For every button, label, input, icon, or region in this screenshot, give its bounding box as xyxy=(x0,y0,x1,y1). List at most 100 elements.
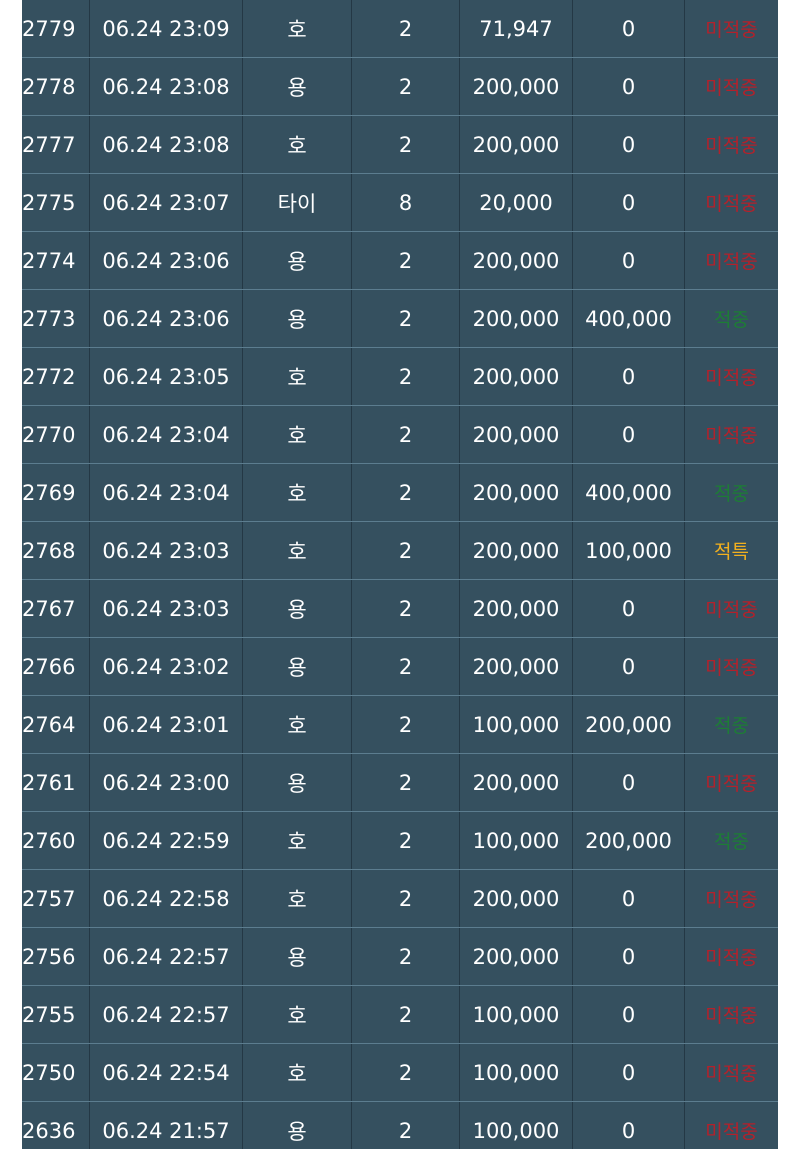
payout-cell: 0 xyxy=(573,1102,685,1149)
datetime-cell: 06.24 22:57 xyxy=(90,928,243,985)
multiplier-cell: 2 xyxy=(352,1102,460,1149)
round-id-cell: 2779 xyxy=(22,0,90,57)
round-id-cell: 2770 xyxy=(22,406,90,463)
payout-cell: 0 xyxy=(573,580,685,637)
bet-amount-cell: 200,000 xyxy=(460,464,573,521)
multiplier-cell: 2 xyxy=(352,290,460,347)
payout-cell: 0 xyxy=(573,348,685,405)
result-cell: 미적중 xyxy=(705,947,758,969)
result-cell: 미적중 xyxy=(705,135,758,157)
bet-amount-cell: 200,000 xyxy=(460,522,573,579)
payout-cell: 0 xyxy=(573,406,685,463)
round-id-cell: 2769 xyxy=(22,464,90,521)
datetime-cell: 06.24 23:07 xyxy=(90,174,243,231)
table-row: 2750 06.24 22:54 호 2 100,000 0 미적중 xyxy=(22,1044,778,1102)
pick-cell: 타이 xyxy=(243,174,352,231)
pick-cell: 용 xyxy=(243,754,352,811)
bet-amount-cell: 100,000 xyxy=(460,1044,573,1101)
table-row: 2770 06.24 23:04 호 2 200,000 0 미적중 xyxy=(22,406,778,464)
table-row: 2764 06.24 23:01 호 2 100,000 200,000 적중 xyxy=(22,696,778,754)
result-cell: 미적중 xyxy=(705,599,758,621)
datetime-cell: 06.24 23:08 xyxy=(90,58,243,115)
multiplier-cell: 2 xyxy=(352,870,460,927)
result-cell: 미적중 xyxy=(705,1005,758,1027)
multiplier-cell: 2 xyxy=(352,232,460,289)
table-row: 2773 06.24 23:06 용 2 200,000 400,000 적중 xyxy=(22,290,778,348)
result-cell: 적중 xyxy=(714,715,749,737)
round-id-cell: 2778 xyxy=(22,58,90,115)
bet-amount-cell: 100,000 xyxy=(460,986,573,1043)
payout-cell: 0 xyxy=(573,116,685,173)
table-row: 2756 06.24 22:57 용 2 200,000 0 미적중 xyxy=(22,928,778,986)
result-cell: 적중 xyxy=(714,483,749,505)
pick-cell: 용 xyxy=(243,928,352,985)
payout-cell: 400,000 xyxy=(573,290,685,347)
bet-amount-cell: 71,947 xyxy=(460,0,573,57)
round-id-cell: 2767 xyxy=(22,580,90,637)
pick-cell: 용 xyxy=(243,1102,352,1149)
multiplier-cell: 2 xyxy=(352,58,460,115)
pick-cell: 호 xyxy=(243,0,352,57)
table-row: 2772 06.24 23:05 호 2 200,000 0 미적중 xyxy=(22,348,778,406)
table-row: 2775 06.24 23:07 타이 8 20,000 0 미적중 xyxy=(22,174,778,232)
result-cell: 미적중 xyxy=(705,19,758,41)
table-row: 2760 06.24 22:59 호 2 100,000 200,000 적중 xyxy=(22,812,778,870)
bet-amount-cell: 200,000 xyxy=(460,58,573,115)
payout-cell: 0 xyxy=(573,754,685,811)
datetime-cell: 06.24 23:06 xyxy=(90,232,243,289)
table-row: 2757 06.24 22:58 호 2 200,000 0 미적중 xyxy=(22,870,778,928)
bet-amount-cell: 200,000 xyxy=(460,406,573,463)
round-id-cell: 2772 xyxy=(22,348,90,405)
multiplier-cell: 2 xyxy=(352,0,460,57)
bet-amount-cell: 200,000 xyxy=(460,580,573,637)
result-cell: 미적중 xyxy=(705,193,758,215)
bet-amount-cell: 200,000 xyxy=(460,870,573,927)
table-row: 2768 06.24 23:03 호 2 200,000 100,000 적특 xyxy=(22,522,778,580)
result-cell: 적중 xyxy=(714,831,749,853)
result-cell: 미적중 xyxy=(705,251,758,273)
result-cell: 적중 xyxy=(714,309,749,331)
datetime-cell: 06.24 23:03 xyxy=(90,522,243,579)
bet-amount-cell: 200,000 xyxy=(460,754,573,811)
result-cell: 적특 xyxy=(714,541,749,563)
bet-amount-cell: 100,000 xyxy=(460,812,573,869)
result-cell: 미적중 xyxy=(705,1063,758,1085)
result-cell: 미적중 xyxy=(705,773,758,795)
bet-amount-cell: 200,000 xyxy=(460,232,573,289)
multiplier-cell: 2 xyxy=(352,986,460,1043)
datetime-cell: 06.24 22:58 xyxy=(90,870,243,927)
pick-cell: 용 xyxy=(243,290,352,347)
multiplier-cell: 8 xyxy=(352,174,460,231)
multiplier-cell: 2 xyxy=(352,754,460,811)
multiplier-cell: 2 xyxy=(352,638,460,695)
pick-cell: 호 xyxy=(243,116,352,173)
datetime-cell: 06.24 23:08 xyxy=(90,116,243,173)
table-row: 2778 06.24 23:08 용 2 200,000 0 미적중 xyxy=(22,58,778,116)
table-row: 2767 06.24 23:03 용 2 200,000 0 미적중 xyxy=(22,580,778,638)
payout-cell: 0 xyxy=(573,174,685,231)
bet-amount-cell: 200,000 xyxy=(460,290,573,347)
round-id-cell: 2766 xyxy=(22,638,90,695)
round-id-cell: 2755 xyxy=(22,986,90,1043)
multiplier-cell: 2 xyxy=(352,406,460,463)
datetime-cell: 06.24 22:57 xyxy=(90,986,243,1043)
result-cell: 미적중 xyxy=(705,367,758,389)
round-id-cell: 2768 xyxy=(22,522,90,579)
pick-cell: 호 xyxy=(243,1044,352,1101)
payout-cell: 0 xyxy=(573,58,685,115)
multiplier-cell: 2 xyxy=(352,464,460,521)
datetime-cell: 06.24 21:57 xyxy=(90,1102,243,1149)
bet-amount-cell: 200,000 xyxy=(460,116,573,173)
datetime-cell: 06.24 23:06 xyxy=(90,290,243,347)
payout-cell: 0 xyxy=(573,0,685,57)
payout-cell: 0 xyxy=(573,638,685,695)
table-body: 2779 06.24 23:09 호 2 71,947 0 미적중 2778 06.24 23:… xyxy=(22,0,778,1149)
payout-cell: 0 xyxy=(573,232,685,289)
multiplier-cell: 2 xyxy=(352,812,460,869)
bet-history-table: 2779 06.24 23:09 호 2 71,947 0 미적중 2778 06.24 23:… xyxy=(22,0,778,1149)
result-cell: 미적중 xyxy=(705,657,758,679)
datetime-cell: 06.24 23:09 xyxy=(90,0,243,57)
pick-cell: 호 xyxy=(243,348,352,405)
table-row: 2761 06.24 23:00 용 2 200,000 0 미적중 xyxy=(22,754,778,812)
multiplier-cell: 2 xyxy=(352,696,460,753)
